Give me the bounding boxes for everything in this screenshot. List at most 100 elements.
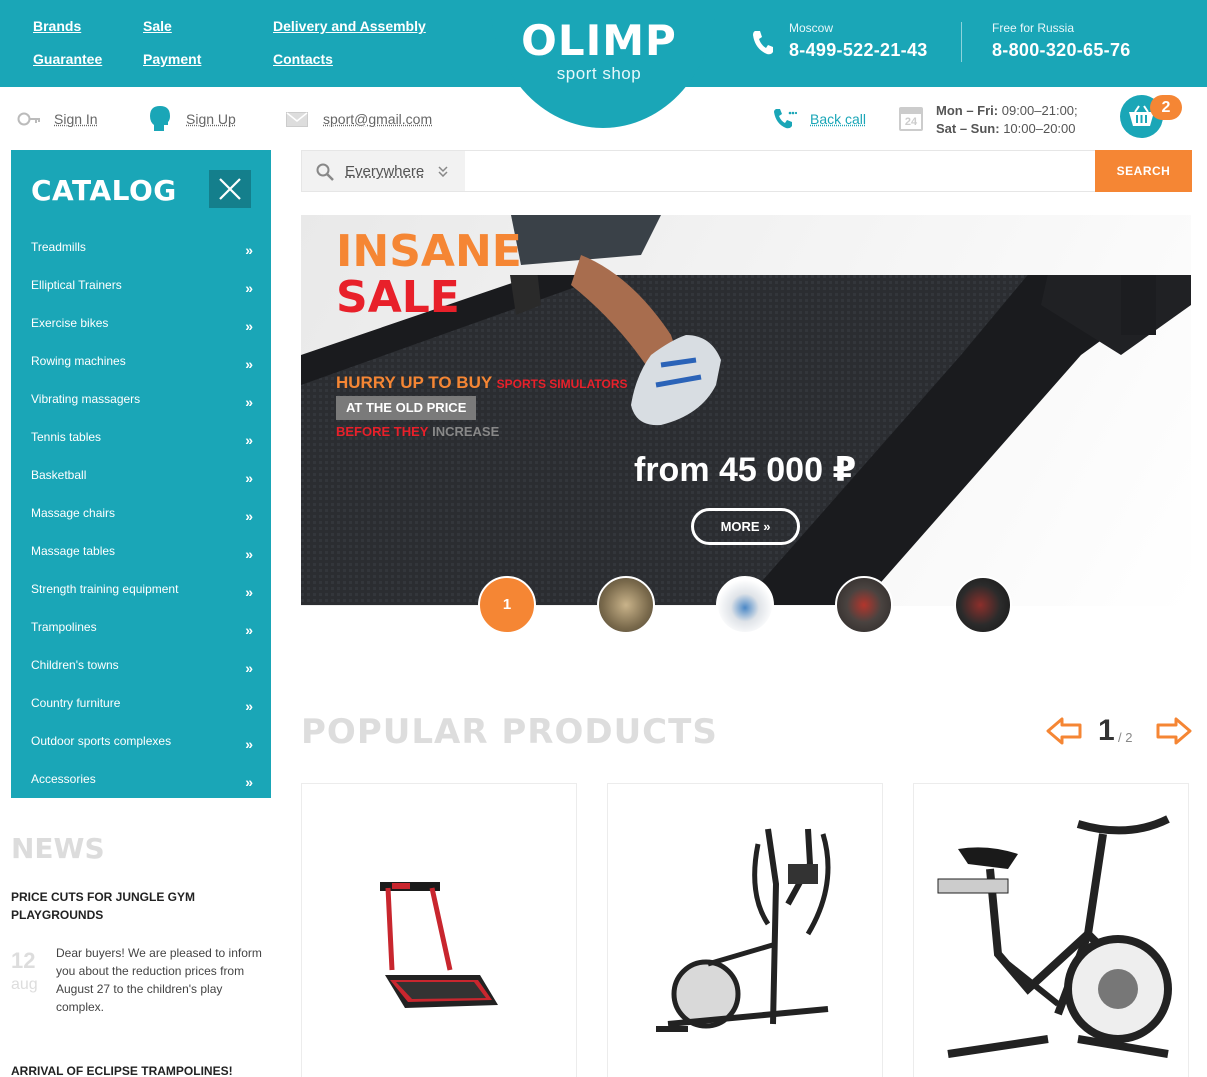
catalog-item[interactable]: Tennis tables » bbox=[31, 427, 261, 465]
catalog-item[interactable]: Massage tables » bbox=[31, 541, 261, 579]
nav-delivery[interactable]: Delivery and Assembly bbox=[273, 18, 426, 34]
catalog-item-label: Trampolines bbox=[31, 620, 97, 634]
pager-total: / 2 bbox=[1118, 730, 1133, 745]
double-chevron-right-icon: » bbox=[245, 432, 253, 448]
catalog-item-label: Outdoor sports complexes bbox=[31, 734, 172, 748]
elliptical-product-image bbox=[656, 828, 831, 1032]
phone-number[interactable]: 8-499-522-21-43 bbox=[789, 40, 928, 61]
hours-weekend: 10:00–20:00 bbox=[1003, 121, 1076, 136]
double-chevron-right-icon: » bbox=[245, 622, 253, 638]
hours-weekday: 09:00–21:00; bbox=[1001, 103, 1078, 118]
arrow-right-icon[interactable] bbox=[1156, 717, 1192, 745]
catalog-item-label: Rowing machines bbox=[31, 354, 126, 368]
catalog-close-button[interactable] bbox=[209, 170, 251, 208]
catalog-item-label: Strength training equipment bbox=[31, 582, 179, 596]
double-chevron-right-icon: » bbox=[245, 660, 253, 676]
nav-payment[interactable]: Payment bbox=[143, 51, 201, 67]
catalog-item[interactable]: Basketball » bbox=[31, 465, 261, 503]
slide-thumb-4[interactable] bbox=[835, 576, 893, 634]
slide-thumb-5[interactable] bbox=[954, 576, 1012, 634]
catalog-item-label: Massage chairs bbox=[31, 506, 116, 520]
slide-thumb-1[interactable]: 1 bbox=[478, 576, 536, 634]
banner-before: BEFORE THEY bbox=[336, 424, 429, 439]
chevron-down-icon bbox=[438, 166, 448, 177]
catalog-item[interactable]: Trampolines » bbox=[31, 617, 261, 655]
catalog-item[interactable]: Country furniture » bbox=[31, 693, 261, 731]
cart-count-badge: 2 bbox=[1150, 95, 1182, 120]
logo-subtitle: sport shop bbox=[556, 64, 642, 83]
treadmill-product-image bbox=[380, 882, 498, 1008]
hours-weekend-label: Sat – Sun: bbox=[936, 121, 1000, 136]
popular-products-title: POPULAR PRODUCTS bbox=[301, 712, 718, 752]
double-chevron-right-icon: » bbox=[245, 394, 253, 410]
email-link[interactable]: sport@gmail.com bbox=[323, 111, 432, 127]
catalog-item[interactable]: Rowing machines » bbox=[31, 351, 261, 389]
news-headline[interactable]: ARRIVAL OF ECLIPSE TRAMPOLINES! bbox=[11, 1064, 233, 1077]
search-input[interactable] bbox=[465, 151, 1095, 191]
catalog-item[interactable]: Elliptical Trainers » bbox=[31, 275, 261, 313]
catalog-item[interactable]: Accessories » bbox=[31, 769, 261, 807]
calendar-day: 24 bbox=[904, 116, 918, 128]
catalog-item[interactable]: Strength training equipment » bbox=[31, 579, 261, 617]
catalog-title: CATALOG bbox=[31, 174, 177, 207]
phone-russia: Free for Russia 8-800-320-65-76 bbox=[992, 21, 1131, 61]
nav-contacts[interactable]: Contacts bbox=[273, 51, 333, 67]
hours-weekday-label: Mon – Fri: bbox=[936, 103, 999, 118]
catalog-item-label: Tennis tables bbox=[31, 430, 102, 444]
user-icon bbox=[150, 106, 170, 131]
phone-number[interactable]: 8-800-320-65-76 bbox=[992, 40, 1131, 61]
product-card[interactable] bbox=[913, 783, 1189, 1077]
sign-in-link[interactable]: Sign In bbox=[54, 111, 98, 127]
calendar-icon: 24 bbox=[899, 107, 923, 131]
double-chevron-right-icon: » bbox=[245, 508, 253, 524]
nav-guarantee[interactable]: Guarantee bbox=[33, 51, 102, 67]
back-call-link[interactable]: Back call bbox=[810, 111, 866, 127]
catalog-item-label: Vibrating massagers bbox=[31, 392, 141, 406]
catalog-item-label: Exercise bikes bbox=[31, 316, 109, 330]
search-scope-select[interactable]: Everywhere bbox=[302, 151, 465, 191]
arrow-left-icon[interactable] bbox=[1046, 717, 1082, 745]
exercise-bike-product-image bbox=[937, 815, 1172, 1058]
logo-title[interactable]: OLIMP bbox=[490, 16, 708, 65]
catalog-item[interactable]: Vibrating massagers » bbox=[31, 389, 261, 427]
double-chevron-right-icon: » bbox=[245, 584, 253, 600]
product-card[interactable] bbox=[301, 783, 577, 1077]
banner-before-text: BEFORE THEY INCREASE bbox=[336, 424, 499, 439]
double-chevron-right-icon: » bbox=[245, 242, 253, 258]
news-text: Dear buyers! We are pleased to inform yo… bbox=[56, 946, 262, 1014]
banner-more-label: MORE bbox=[720, 519, 760, 534]
catalog-item[interactable]: Outdoor sports complexes » bbox=[31, 731, 261, 769]
product-card[interactable] bbox=[607, 783, 883, 1077]
slide-thumb-3[interactable] bbox=[716, 576, 774, 634]
catalog-item[interactable]: Massage chairs » bbox=[31, 503, 261, 541]
double-chevron-right-icon: » bbox=[245, 356, 253, 372]
banner-increase: INCREASE bbox=[432, 424, 500, 439]
slide-thumb-2[interactable] bbox=[597, 576, 655, 634]
banner-more-button[interactable]: MORE » bbox=[691, 508, 800, 545]
banner-hurry-text: HURRY UP TO BUY SPORTS SIMULATORS bbox=[336, 373, 628, 393]
double-chevron-right-icon: » bbox=[245, 736, 253, 752]
catalog-item[interactable]: Treadmills » bbox=[31, 237, 261, 275]
phone-icon bbox=[753, 31, 773, 55]
double-chevron-right-icon: » bbox=[763, 519, 771, 534]
key-icon bbox=[17, 112, 40, 126]
catalog-item-label: Elliptical Trainers bbox=[31, 278, 122, 292]
sign-up-link[interactable]: Sign Up bbox=[186, 111, 236, 127]
double-chevron-right-icon: » bbox=[245, 698, 253, 714]
search-bar: Everywhere SEARCH bbox=[301, 150, 1192, 192]
double-chevron-right-icon: » bbox=[245, 318, 253, 334]
news-headline[interactable]: PRICE CUTS FOR JUNGLE GYM PLAYGROUNDS bbox=[11, 888, 251, 924]
nav-sale[interactable]: Sale bbox=[143, 18, 172, 34]
nav-brands[interactable]: Brands bbox=[33, 18, 81, 34]
callback-icon bbox=[774, 109, 797, 129]
catalog-item-label: Treadmills bbox=[31, 240, 86, 254]
close-icon bbox=[219, 178, 241, 200]
catalog-item-label: Children's towns bbox=[31, 658, 119, 672]
phone-moscow: Moscow 8-499-522-21-43 bbox=[789, 21, 928, 61]
catalog-item[interactable]: Children's towns » bbox=[31, 655, 261, 693]
catalog-sidebar: CATALOG Treadmills» Elliptical Trainers» E… bbox=[11, 150, 271, 798]
catalog-item[interactable]: Exercise bikes » bbox=[31, 313, 261, 351]
pager-current: 1 bbox=[1098, 714, 1115, 747]
search-button[interactable]: SEARCH bbox=[1095, 150, 1192, 192]
double-chevron-right-icon: » bbox=[245, 470, 253, 486]
